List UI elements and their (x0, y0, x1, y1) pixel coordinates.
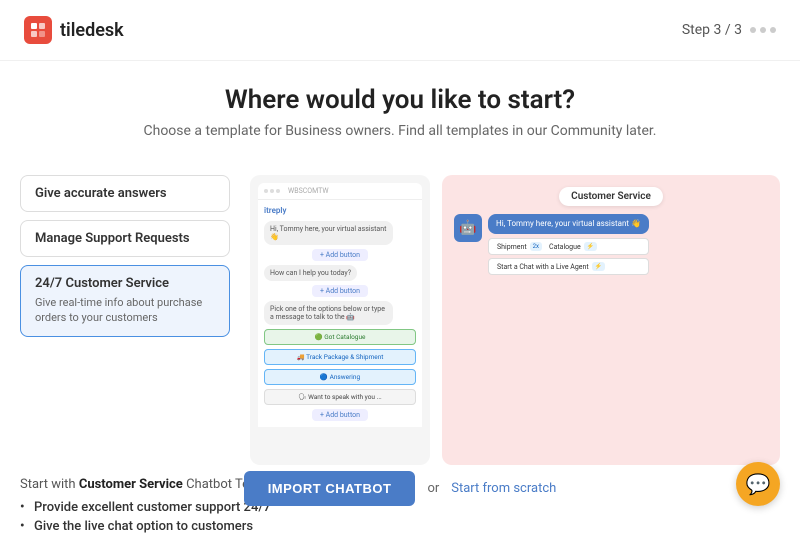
template-option-customer-service[interactable]: 24/7 Customer Service Give real-time inf… (20, 265, 230, 337)
add-button-2: + Add button (312, 285, 368, 297)
template-label-2: Manage Support Requests (35, 231, 215, 246)
logo: tiledesk (24, 16, 124, 44)
template-list: Give accurate answers Manage Support Req… (20, 175, 230, 465)
option-btn-3: 🔵 Answering (264, 369, 416, 385)
or-divider: or (427, 481, 439, 496)
chat-bubble-1: Hi, Tommy here, your virtual assistant 👋 (264, 221, 393, 245)
template-label-3: 24/7 Customer Service (35, 276, 215, 291)
app-header: tiledesk Step 3 / 3 (0, 0, 800, 61)
cs-bubble-1: Hi, Tommy here, your virtual assistant 👋 (488, 214, 649, 234)
mockup-title: WBSCOMTW (288, 187, 329, 195)
footer: IMPORT CHATBOT or Start from scratch (0, 459, 800, 518)
mockup-header: WBSCOMTW (258, 183, 422, 200)
cs-messages: Hi, Tommy here, your virtual assistant 👋… (488, 214, 649, 275)
mockup-chat-area: itreply Hi, Tommy here, your virtual ass… (258, 200, 422, 427)
bot-name: itreply (264, 206, 416, 215)
template-option-accurate-answers[interactable]: Give accurate answers (20, 175, 230, 212)
logo-icon (24, 16, 52, 44)
option-btn-4: 🗣 Want to speak with you ... (264, 389, 416, 405)
page-subtitle: Choose a template for Business owners. F… (32, 123, 768, 139)
template-desc-3: Give real-time info about purchase order… (35, 295, 215, 326)
cs-option-2: Start a Chat with a Live Agent ⚡ (488, 258, 649, 275)
cs-avatar: 🤖 (454, 214, 482, 242)
import-chatbot-button[interactable]: IMPORT CHATBOT (244, 471, 416, 506)
step-dots (750, 27, 776, 33)
chat-widget-button[interactable]: 💬 (736, 462, 780, 506)
cs-option-1: Shipment 2x Catalogue ⚡ (488, 238, 649, 255)
cs-badge: Customer Service (559, 187, 663, 206)
chat-widget-icon: 💬 (746, 472, 771, 496)
cs-chat-area: 🤖 Hi, Tommy here, your virtual assistant… (454, 214, 768, 275)
logo-text: tiledesk (60, 20, 124, 41)
chat-bubble-2: How can I help you today? (264, 265, 357, 281)
start-from-scratch-link[interactable]: Start from scratch (451, 481, 556, 496)
cs-options: Shipment 2x Catalogue ⚡ Start a Chat wit… (488, 238, 649, 275)
cs-preview: Customer Service 🤖 Hi, Tommy here, your … (442, 175, 780, 465)
add-button-3: + Add button (312, 409, 368, 421)
step-indicator: Step 3 / 3 (682, 22, 776, 38)
step-dot-2 (760, 27, 766, 33)
main-section: Where would you like to start? Choose a … (0, 61, 800, 175)
option-btn-2: 🚚 Track Package & Shipment (264, 349, 416, 365)
page-title: Where would you like to start? (32, 85, 768, 115)
template-option-manage-support[interactable]: Manage Support Requests (20, 220, 230, 257)
add-button-1: + Add button (312, 249, 368, 261)
content-area: Give accurate answers Manage Support Req… (0, 175, 800, 465)
desc-bullet-2: Give the live chat option to customers (20, 519, 780, 534)
preview-panel: WBSCOMTW itreply Hi, Tommy here, your vi… (250, 175, 780, 465)
chat-mockup: WBSCOMTW itreply Hi, Tommy here, your vi… (250, 175, 430, 465)
step-text: Step 3 / 3 (682, 22, 742, 38)
option-btn-1: 🟢 Got Catalogue (264, 329, 416, 345)
chat-bubble-3: Pick one of the options below or type a … (264, 301, 393, 325)
step-dot-3 (770, 27, 776, 33)
template-label-1: Give accurate answers (35, 186, 215, 201)
step-dot-1 (750, 27, 756, 33)
